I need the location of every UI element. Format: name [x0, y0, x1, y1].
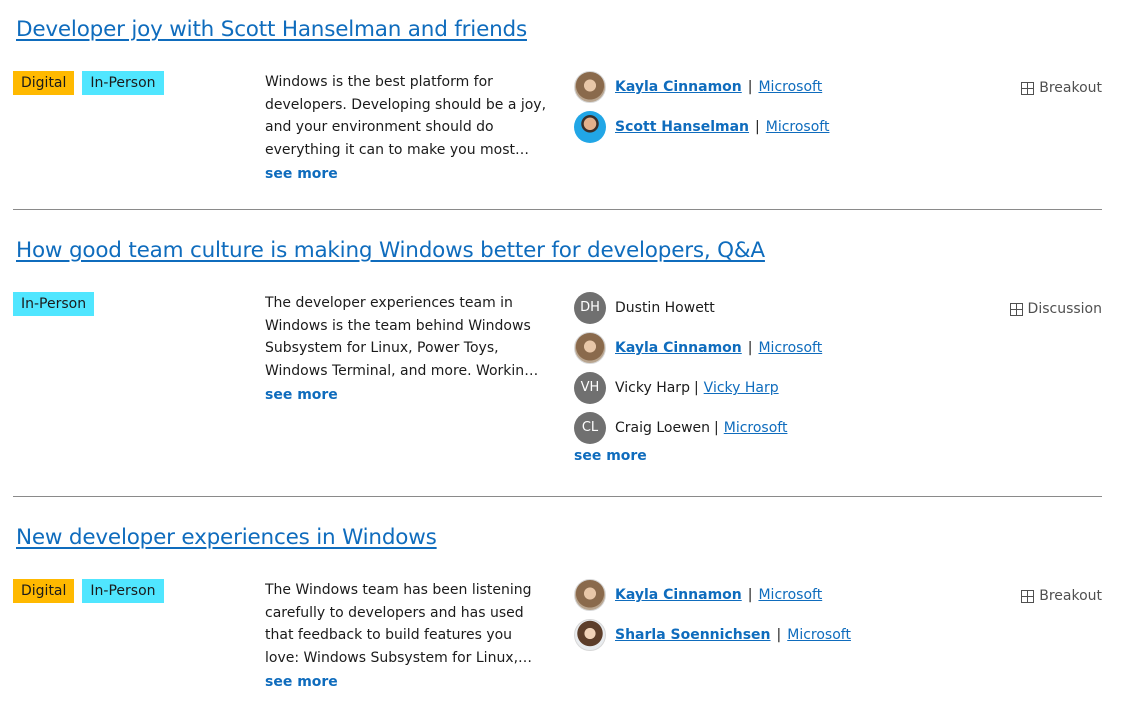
avatar — [574, 579, 606, 611]
tag-in-person: In-Person — [13, 292, 95, 316]
avatar — [574, 71, 606, 103]
description-text: The developer experiences team in Window… — [265, 295, 534, 380]
avatar: VH — [574, 372, 606, 404]
grid-icon — [1021, 81, 1035, 95]
separator: | — [714, 420, 719, 436]
avatar: CL — [574, 412, 606, 444]
speaker-list: DH Dustin Howett Kayla Cinnamon | Micros… — [574, 292, 822, 464]
company-link[interactable]: Microsoft — [766, 119, 830, 135]
tag-digital: Digital — [13, 579, 75, 603]
company-link[interactable]: Microsoft — [758, 340, 822, 356]
company-link[interactable]: Microsoft — [758, 79, 822, 95]
session-description: The developer experiences team in Window… — [265, 292, 547, 407]
session-type-text: Breakout — [1039, 588, 1102, 604]
tag-list: Digital In-Person — [13, 579, 164, 603]
avatar — [574, 619, 606, 651]
speakers-see-more-link[interactable]: see more — [574, 448, 822, 464]
speaker-item: Scott Hanselman | Microsoft — [574, 111, 829, 143]
tag-list: Digital In-Person — [13, 71, 164, 95]
speaker-item: Kayla Cinnamon | Microsoft — [574, 579, 851, 611]
divider — [13, 209, 1102, 210]
speaker-name: Dustin Howett — [615, 300, 715, 316]
session-card: How good team culture is making Windows … — [13, 238, 1102, 488]
separator: | — [693, 380, 699, 396]
description-see-more-link[interactable]: see more — [265, 163, 338, 186]
session-card: New developer experiences in Windows Dig… — [13, 525, 1102, 703]
tag-digital: Digital — [13, 71, 75, 95]
separator: | — [747, 340, 753, 356]
speaker-item: DH Dustin Howett — [574, 292, 822, 324]
tag-in-person: In-Person — [82, 579, 164, 603]
speaker-name-link[interactable]: Kayla Cinnamon — [615, 79, 742, 95]
session-title-link[interactable]: Developer joy with Scott Hanselman and f… — [16, 17, 527, 42]
company-link[interactable]: Microsoft — [758, 587, 822, 603]
speaker-name-link[interactable]: Kayla Cinnamon — [615, 587, 742, 603]
speaker-list: Kayla Cinnamon | Microsoft Sharla Soenni… — [574, 579, 851, 659]
speaker-name-link[interactable]: Sharla Soennichsen — [615, 627, 771, 643]
company-link[interactable]: Microsoft — [724, 420, 788, 436]
grid-icon — [1009, 302, 1023, 316]
grid-icon — [1021, 589, 1035, 603]
avatar: DH — [574, 292, 606, 324]
session-type-label: Breakout — [1021, 80, 1102, 96]
speaker-name: Vicky Harp — [615, 380, 690, 396]
session-title-link[interactable]: How good team culture is making Windows … — [16, 238, 765, 263]
session-type-label: Discussion — [1009, 301, 1102, 317]
description-text: Windows is the best platform for develop… — [265, 74, 547, 159]
speaker-item: CL Craig Loewen | Microsoft — [574, 412, 822, 444]
session-description: Windows is the best platform for develop… — [265, 71, 547, 186]
description-text: The Windows team has been listening care… — [265, 582, 532, 667]
session-type-text: Discussion — [1027, 301, 1102, 317]
speaker-name: Craig Loewen — [615, 420, 711, 436]
tag-list: In-Person — [13, 292, 95, 316]
speaker-item: VH Vicky Harp | Vicky Harp — [574, 372, 822, 404]
divider — [13, 496, 1102, 497]
separator: | — [747, 587, 753, 603]
company-link[interactable]: Microsoft — [787, 627, 851, 643]
company-link[interactable]: Vicky Harp — [704, 380, 779, 396]
speaker-item: Sharla Soennichsen | Microsoft — [574, 619, 851, 651]
speaker-name-link[interactable]: Scott Hanselman — [615, 119, 749, 135]
avatar — [574, 332, 606, 364]
separator: | — [747, 79, 753, 95]
speaker-item: Kayla Cinnamon | Microsoft — [574, 71, 829, 103]
description-see-more-link[interactable]: see more — [265, 384, 338, 407]
session-title-link[interactable]: New developer experiences in Windows — [16, 525, 437, 550]
session-type-text: Breakout — [1039, 80, 1102, 96]
speaker-item: Kayla Cinnamon | Microsoft — [574, 332, 822, 364]
avatar — [574, 111, 606, 143]
separator: | — [755, 119, 760, 135]
session-card: Developer joy with Scott Hanselman and f… — [13, 17, 1102, 197]
speaker-name-link[interactable]: Kayla Cinnamon — [615, 340, 742, 356]
speaker-list: Kayla Cinnamon | Microsoft Scott Hanselm… — [574, 71, 829, 151]
separator: | — [776, 627, 782, 643]
session-type-label: Breakout — [1021, 588, 1102, 604]
tag-in-person: In-Person — [82, 71, 164, 95]
session-description: The Windows team has been listening care… — [265, 579, 547, 694]
description-see-more-link[interactable]: see more — [265, 671, 338, 694]
